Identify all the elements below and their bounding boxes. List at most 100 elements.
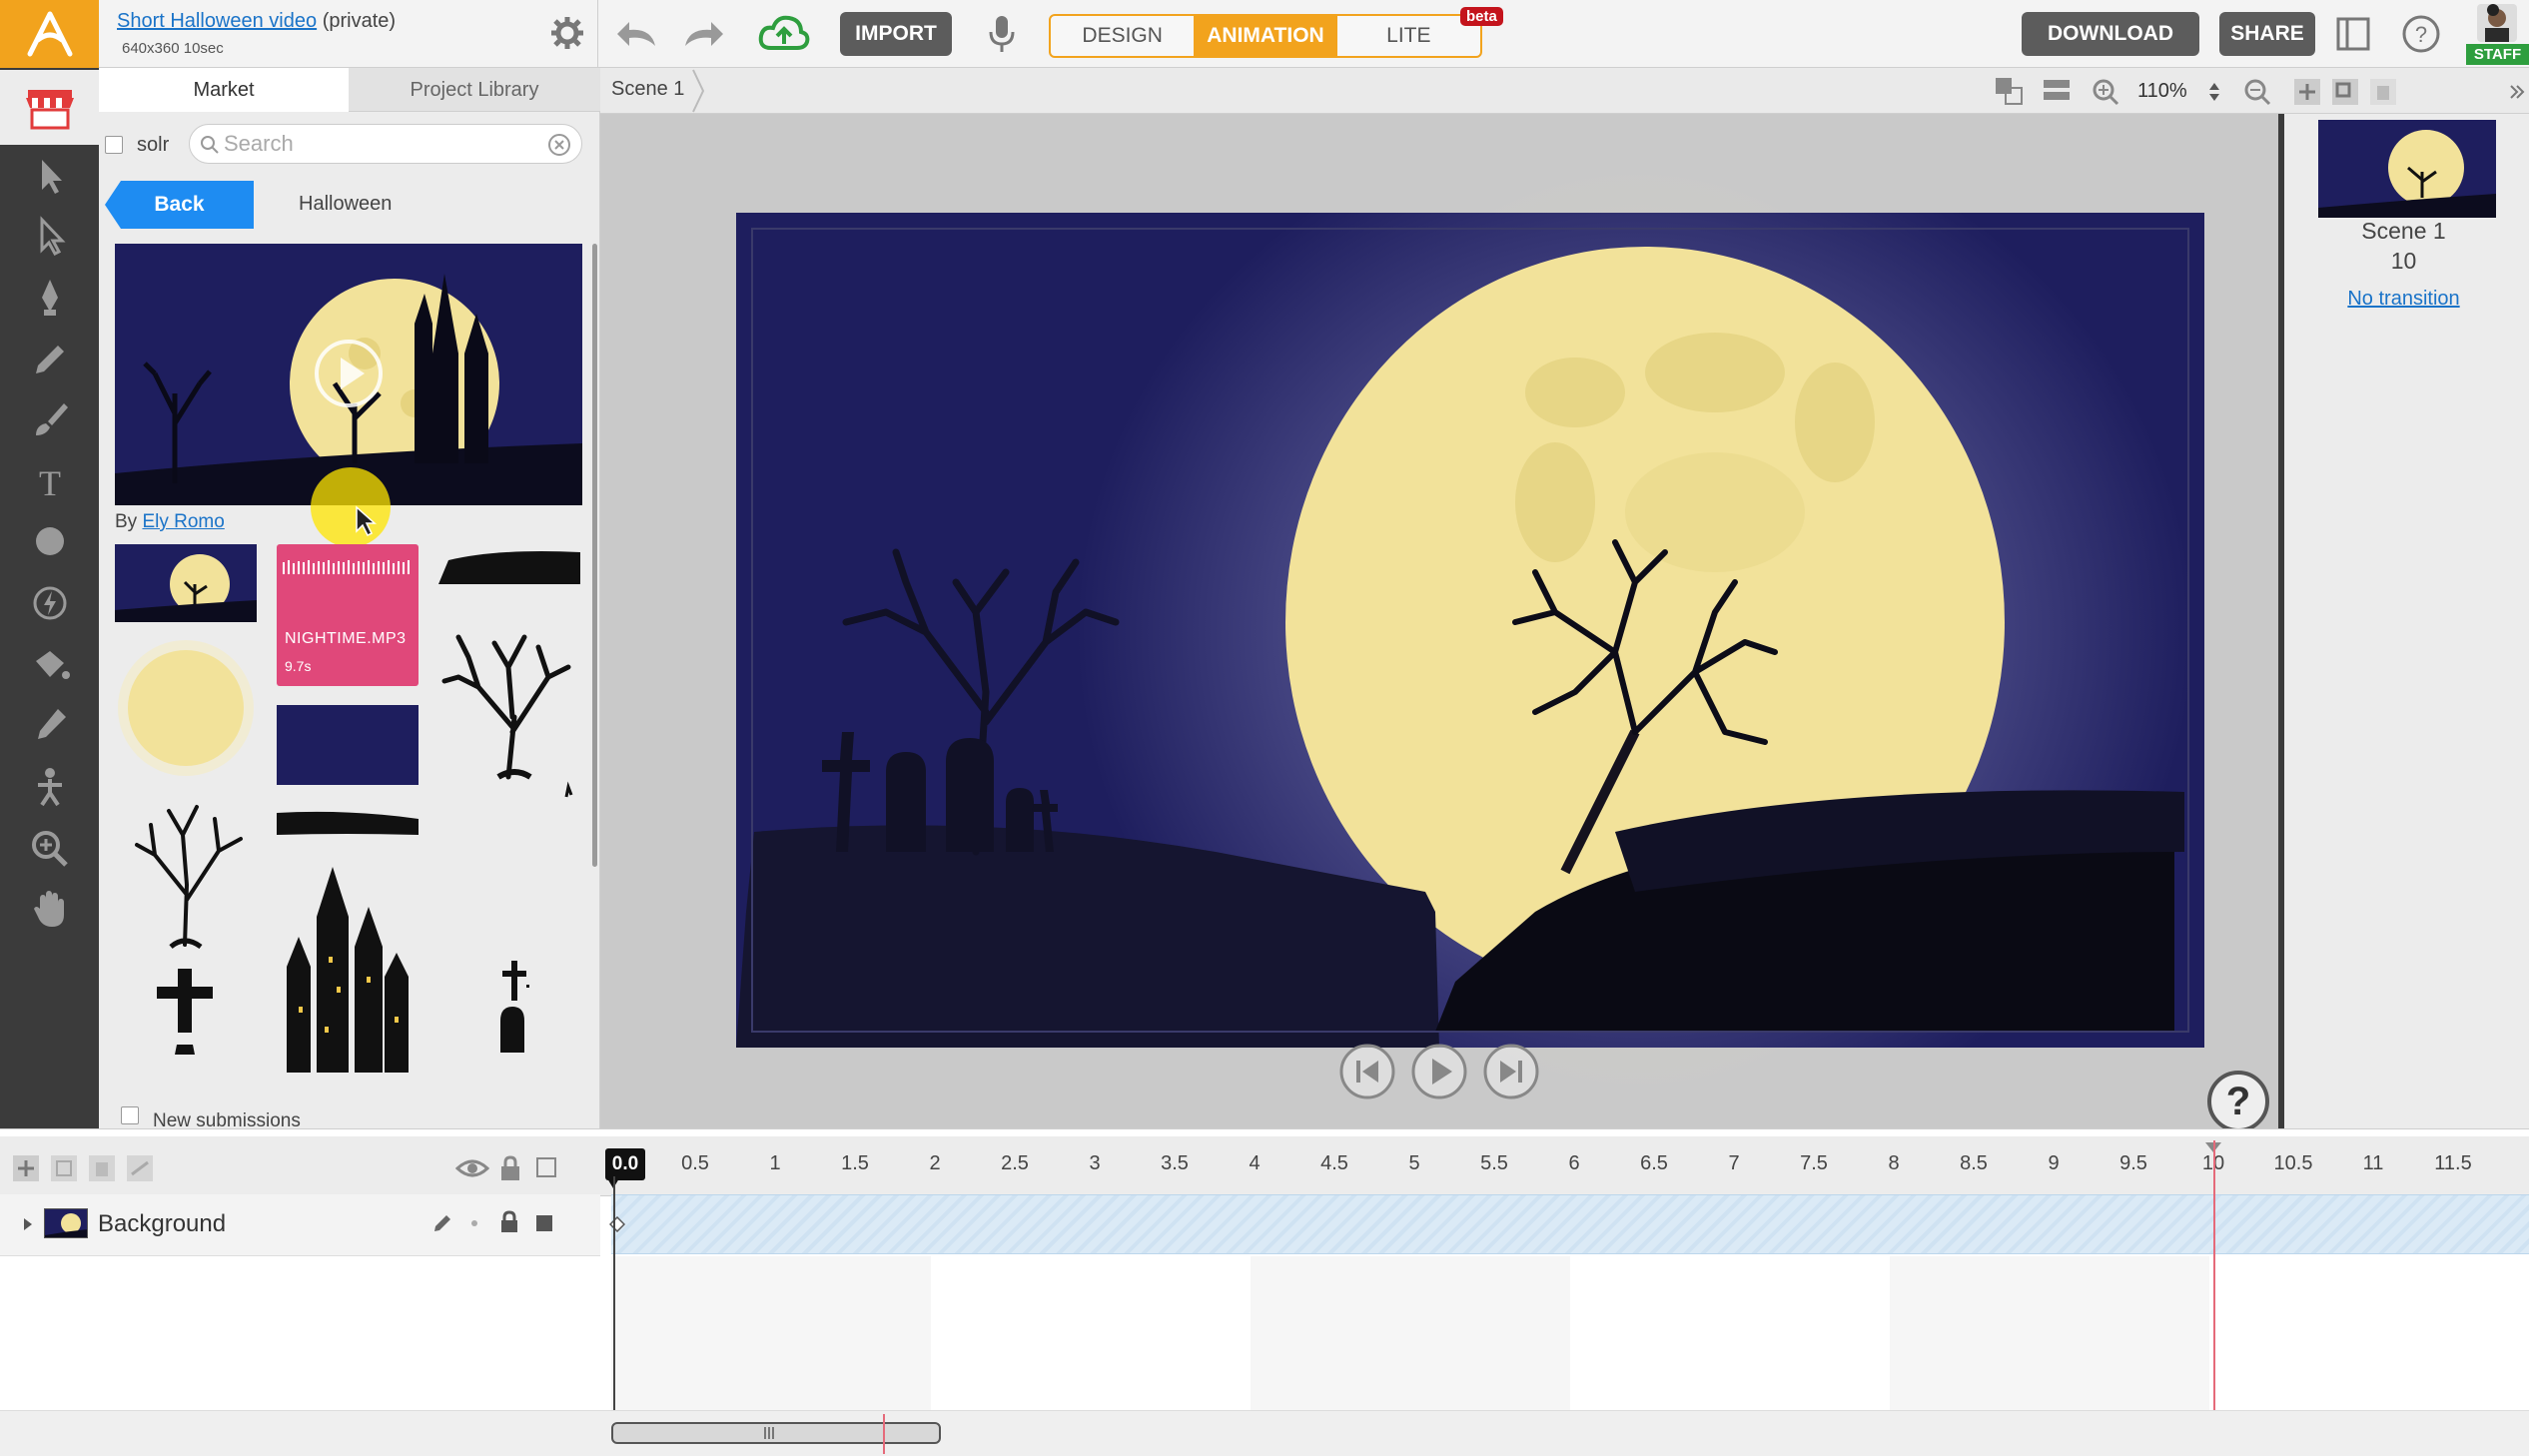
mode-lite-tab[interactable]: LITE (1337, 16, 1480, 56)
ruler-tick-label: 3.5 (1161, 1152, 1189, 1174)
timeline-scrollbar[interactable] (611, 1422, 941, 1444)
skip-end-icon[interactable] (1482, 1043, 1540, 1100)
gear-icon[interactable] (550, 16, 584, 50)
avatar-image-icon (2485, 4, 2509, 42)
delete-layer-icon[interactable] (88, 1154, 116, 1182)
asset-thumb-moon[interactable] (115, 637, 257, 779)
layer-lock-icon[interactable] (499, 1210, 519, 1234)
delete-scene-icon[interactable] (2369, 78, 2397, 106)
cloud-upload-icon[interactable] (757, 12, 811, 54)
stage-canvas[interactable] (736, 213, 2204, 1048)
scene-end-line (2213, 1140, 2215, 1410)
audio-duration: 9.7s (285, 658, 312, 674)
mode-animation-tab[interactable]: ANIMATION (1194, 16, 1337, 56)
pen-tool-icon[interactable] (28, 276, 72, 320)
market-store-icon (26, 90, 74, 130)
download-button[interactable]: DOWNLOAD (2022, 12, 2199, 56)
market-scrollbar[interactable] (592, 244, 597, 867)
project-title-link[interactable]: Short Halloween video (117, 10, 317, 32)
eyedropper-icon[interactable] (28, 703, 72, 747)
ruler-tick-label: 5.5 (1480, 1152, 1508, 1174)
asset-thumb-tree2[interactable] (115, 795, 257, 951)
scene-thumbnail[interactable] (2318, 120, 2496, 218)
panel-toggle-icon[interactable] (2335, 16, 2371, 52)
canvas-help-button[interactable]: ? (2207, 1071, 2269, 1132)
brush-icon[interactable] (28, 397, 72, 441)
package-preview[interactable] (115, 244, 582, 505)
import-button[interactable]: IMPORT (840, 12, 952, 56)
pencil-icon[interactable] (28, 338, 72, 381)
add-scene-icon[interactable] (2293, 78, 2321, 106)
waveform-icon (283, 560, 410, 574)
microphone-icon[interactable] (987, 14, 1017, 56)
arrange-layers-icon[interactable] (1994, 76, 2024, 106)
asset-thumb-castle[interactable] (277, 857, 419, 1073)
duplicate-layer-icon[interactable] (50, 1154, 78, 1182)
layer-style-icon[interactable] (126, 1154, 154, 1182)
audio-asset-nightime[interactable]: NIGHTIME.MP3 9.7s (277, 544, 419, 686)
asset-thumb-tree[interactable] (438, 607, 580, 807)
zoom-out-icon[interactable] (2243, 78, 2271, 106)
help-icon[interactable]: ? (2401, 14, 2441, 54)
layer-name[interactable]: Background (98, 1210, 226, 1238)
app-logo-menu[interactable] (0, 0, 99, 68)
add-layer-icon[interactable] (12, 1154, 40, 1182)
mode-design-tab[interactable]: DESIGN (1051, 16, 1194, 56)
scene-breadcrumb[interactable]: Scene 1 (611, 78, 684, 101)
collapse-panel-icon[interactable] (2509, 84, 2525, 100)
market-tool[interactable] (0, 70, 99, 145)
hand-pan-icon[interactable] (28, 887, 72, 931)
layer-thumbnail (44, 1208, 88, 1238)
zoom-in-icon[interactable] (2092, 78, 2119, 106)
scroll-grip-icon (764, 1427, 774, 1439)
lock-all-icon[interactable] (499, 1154, 521, 1182)
text-tool-icon[interactable]: T (28, 459, 72, 503)
play-icon[interactable] (1410, 1043, 1468, 1100)
project-meta: 640x360 10sec (122, 40, 224, 57)
asset-thumb-ridge[interactable] (277, 809, 419, 839)
avatar[interactable] (2477, 4, 2517, 42)
search-input[interactable] (224, 129, 523, 159)
zoom-stepper-icon[interactable] (2207, 80, 2221, 104)
timeline-ruler[interactable] (600, 1136, 2529, 1196)
zoom-level[interactable]: 110% (2137, 80, 2187, 103)
clear-search-icon[interactable] (547, 133, 571, 157)
expand-layer-icon[interactable] (22, 1216, 34, 1232)
action-bolt-icon[interactable] (28, 581, 72, 625)
layer-visible-dot-icon[interactable] (469, 1218, 479, 1228)
direct-select-icon[interactable] (28, 214, 72, 258)
edit-layer-pencil-icon[interactable] (431, 1212, 453, 1234)
logo-icon (27, 11, 73, 57)
staff-badge: STAFF (2466, 44, 2529, 65)
duplicate-scene-icon[interactable] (2331, 78, 2359, 106)
character-bone-icon[interactable] (28, 765, 72, 809)
new-submissions-checkbox[interactable] (121, 1106, 139, 1124)
author-link[interactable]: Ely Romo (142, 511, 224, 532)
select-arrow-icon[interactable] (28, 154, 72, 198)
share-button[interactable]: SHARE (2219, 12, 2315, 56)
asset-thumb-sky[interactable] (277, 705, 419, 785)
undo-icon[interactable] (615, 16, 661, 52)
ruler-tick-label: 9 (2048, 1152, 2060, 1174)
tab-market[interactable]: Market (99, 68, 349, 112)
paint-bucket-icon[interactable] (28, 643, 72, 687)
visibility-eye-icon[interactable] (455, 1156, 489, 1180)
asset-thumb-ground[interactable] (438, 544, 580, 584)
align-icon[interactable] (2042, 76, 2072, 106)
asset-thumb-tombstones[interactable] (438, 957, 580, 1057)
outline-all-icon[interactable] (535, 1156, 557, 1178)
layer-track[interactable] (611, 1194, 2529, 1254)
rewind-icon[interactable] (1338, 1043, 1396, 1100)
tab-project-library[interactable]: Project Library (349, 68, 600, 112)
asset-thumb-cross[interactable] (115, 965, 257, 1055)
asset-thumb-scene[interactable] (115, 544, 257, 622)
redo-icon[interactable] (679, 16, 725, 52)
keyframe-icon[interactable] (609, 1216, 625, 1232)
shape-circle-icon[interactable] (28, 519, 72, 563)
playhead-time[interactable]: 0.0 (605, 1148, 645, 1180)
back-button[interactable]: Back (105, 181, 254, 229)
transition-link[interactable]: No transition (2278, 288, 2529, 311)
layer-outline-icon[interactable] (535, 1214, 553, 1232)
zoom-tool-icon[interactable] (28, 827, 72, 871)
solr-checkbox[interactable] (105, 136, 123, 154)
